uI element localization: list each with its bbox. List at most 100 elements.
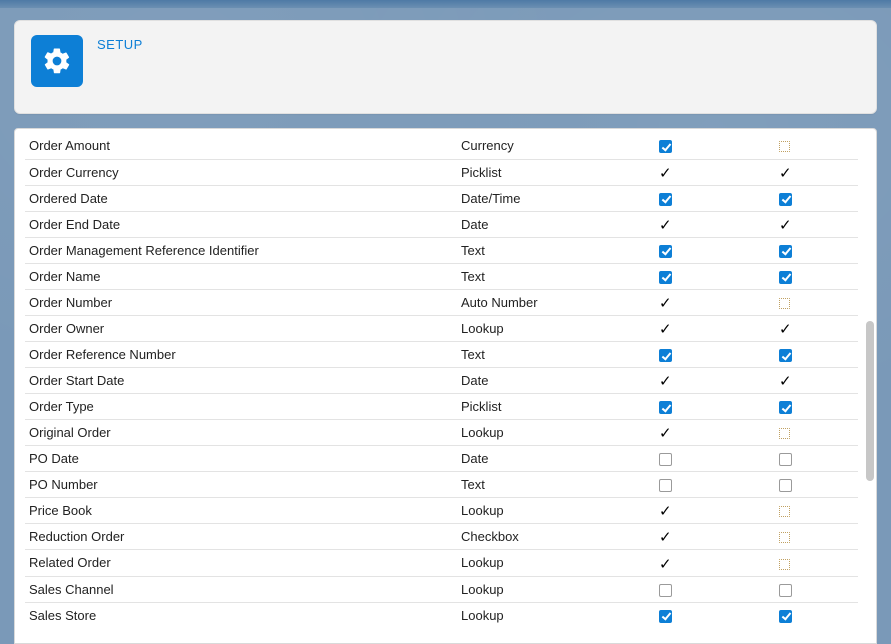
col1-check-icon: ✓: [659, 167, 672, 180]
field-label[interactable]: Order Management Reference Identifier: [29, 243, 259, 258]
field-type: Checkbox: [461, 529, 519, 544]
field-type: Date: [461, 451, 488, 466]
col2-check-icon: ✓: [779, 323, 792, 336]
col1-checkbox-checked[interactable]: [659, 610, 672, 623]
field-label[interactable]: Original Order: [29, 425, 111, 440]
col2-checkbox-checked[interactable]: [779, 610, 792, 623]
table-row: PO Date Date: [25, 446, 858, 472]
field-label[interactable]: Ordered Date: [29, 191, 108, 206]
table-row: Order Management Reference Identifier Tex…: [25, 237, 858, 263]
col1-check-icon: ✓: [659, 219, 672, 232]
field-type: Date/Time: [461, 191, 520, 206]
field-label[interactable]: Order Number: [29, 295, 112, 310]
col2-disabled-box: [779, 298, 790, 309]
table-row: Order Name Text: [25, 263, 858, 289]
col2-disabled-box: [779, 428, 790, 439]
field-label[interactable]: Order Name: [29, 269, 101, 284]
field-type: Date: [461, 217, 488, 232]
field-label[interactable]: Order Currency: [29, 165, 119, 180]
field-type: Lookup: [461, 503, 504, 518]
vertical-scrollbar[interactable]: [866, 321, 874, 481]
table-row: Order Start DateDate✓✓: [25, 368, 858, 394]
col2-checkbox-checked[interactable]: [779, 349, 792, 362]
col2-checkbox-checked[interactable]: [779, 193, 792, 206]
field-type: Text: [461, 347, 485, 362]
col1-checkbox-checked[interactable]: [659, 349, 672, 362]
field-label[interactable]: Order Reference Number: [29, 347, 176, 362]
col2-disabled-box: [779, 506, 790, 517]
setup-header-card: SETUP: [14, 20, 877, 114]
gear-icon: [42, 46, 72, 76]
col1-check-icon: ✓: [659, 531, 672, 544]
field-type: Currency: [461, 138, 514, 153]
field-label[interactable]: Sales Channel: [29, 582, 114, 597]
table-row: Sales Channel Lookup: [25, 576, 858, 602]
field-type: Lookup: [461, 321, 504, 336]
col1-check-icon: ✓: [659, 375, 672, 388]
field-label[interactable]: Order End Date: [29, 217, 120, 232]
col2-disabled-box: [779, 532, 790, 543]
col1-checkbox-checked[interactable]: [659, 193, 672, 206]
field-type: Date: [461, 373, 488, 388]
field-label[interactable]: Related Order: [29, 555, 111, 570]
col1-checkbox-checked[interactable]: [659, 271, 672, 284]
table-row: Original Order Lookup ✓: [25, 420, 858, 446]
col1-check-icon: ✓: [659, 505, 672, 518]
col2-checkbox-unchecked[interactable]: [779, 453, 792, 466]
table-row: Order Amount Currency: [25, 133, 858, 159]
col2-checkbox-unchecked[interactable]: [779, 479, 792, 492]
field-label[interactable]: PO Number: [29, 477, 98, 492]
field-type: Lookup: [461, 425, 504, 440]
field-label[interactable]: Price Book: [29, 503, 92, 518]
col1-checkbox-checked[interactable]: [659, 140, 672, 153]
col2-disabled-box: [779, 559, 790, 570]
col1-checkbox-unchecked[interactable]: [659, 584, 672, 597]
table-row: Related Order Lookup ✓: [25, 550, 858, 576]
col2-disabled-box: [779, 141, 790, 152]
col2-check-icon: ✓: [779, 219, 792, 232]
fields-scroll-area: Order Amount Currency Order Currency Pickli…: [25, 133, 858, 643]
table-row: Reduction Order Checkbox ✓: [25, 524, 858, 550]
table-row: Order Currency Picklist ✓ ✓: [25, 159, 858, 185]
col1-check-icon: ✓: [659, 323, 672, 336]
field-type: Picklist: [461, 399, 501, 414]
table-row: Sales Store Lookup: [25, 602, 858, 628]
field-label[interactable]: Order Start Date: [29, 373, 124, 388]
col1-checkbox-unchecked[interactable]: [659, 453, 672, 466]
col1-checkbox-unchecked[interactable]: [659, 479, 672, 492]
col1-checkbox-checked[interactable]: [659, 401, 672, 414]
table-row: Order NumberAuto Number✓: [25, 289, 858, 315]
table-row: PO Number Text: [25, 472, 858, 498]
table-row: Order End Date Date ✓ ✓: [25, 211, 858, 237]
col2-checkbox-checked[interactable]: [779, 401, 792, 414]
col1-checkbox-checked[interactable]: [659, 245, 672, 258]
table-row: Order Type Picklist: [25, 394, 858, 420]
field-label[interactable]: Sales Store: [29, 608, 96, 623]
field-type: Text: [461, 269, 485, 284]
table-row: Price Book Lookup ✓: [25, 498, 858, 524]
col1-check-icon: ✓: [659, 558, 672, 571]
field-label[interactable]: Order Type: [29, 399, 94, 414]
col2-checkbox-checked[interactable]: [779, 271, 792, 284]
col2-checkbox-unchecked[interactable]: [779, 584, 792, 597]
field-type: Lookup: [461, 608, 504, 623]
field-type: Lookup: [461, 582, 504, 597]
table-row: Order Reference Number Text: [25, 341, 858, 367]
field-type: Lookup: [461, 555, 504, 570]
fields-panel: Order Amount Currency Order Currency Pickli…: [14, 128, 877, 644]
field-type: Auto Number: [461, 295, 538, 310]
col2-checkbox-checked[interactable]: [779, 245, 792, 258]
table-row: Order Owner Lookup ✓ ✓: [25, 315, 858, 341]
field-label[interactable]: Reduction Order: [29, 529, 124, 544]
field-type: Text: [461, 477, 485, 492]
table-row: Ordered Date Date/Time: [25, 185, 858, 211]
field-type: Picklist: [461, 165, 501, 180]
field-type: Text: [461, 243, 485, 258]
col1-check-icon: ✓: [659, 427, 672, 440]
window-top-trim: [0, 0, 891, 8]
field-label[interactable]: Order Owner: [29, 321, 104, 336]
field-label[interactable]: Order Amount: [29, 138, 110, 153]
fields-table: Order Amount Currency Order Currency Pickli…: [25, 133, 858, 628]
field-label[interactable]: PO Date: [29, 451, 79, 466]
col2-check-icon: ✓: [779, 167, 792, 180]
